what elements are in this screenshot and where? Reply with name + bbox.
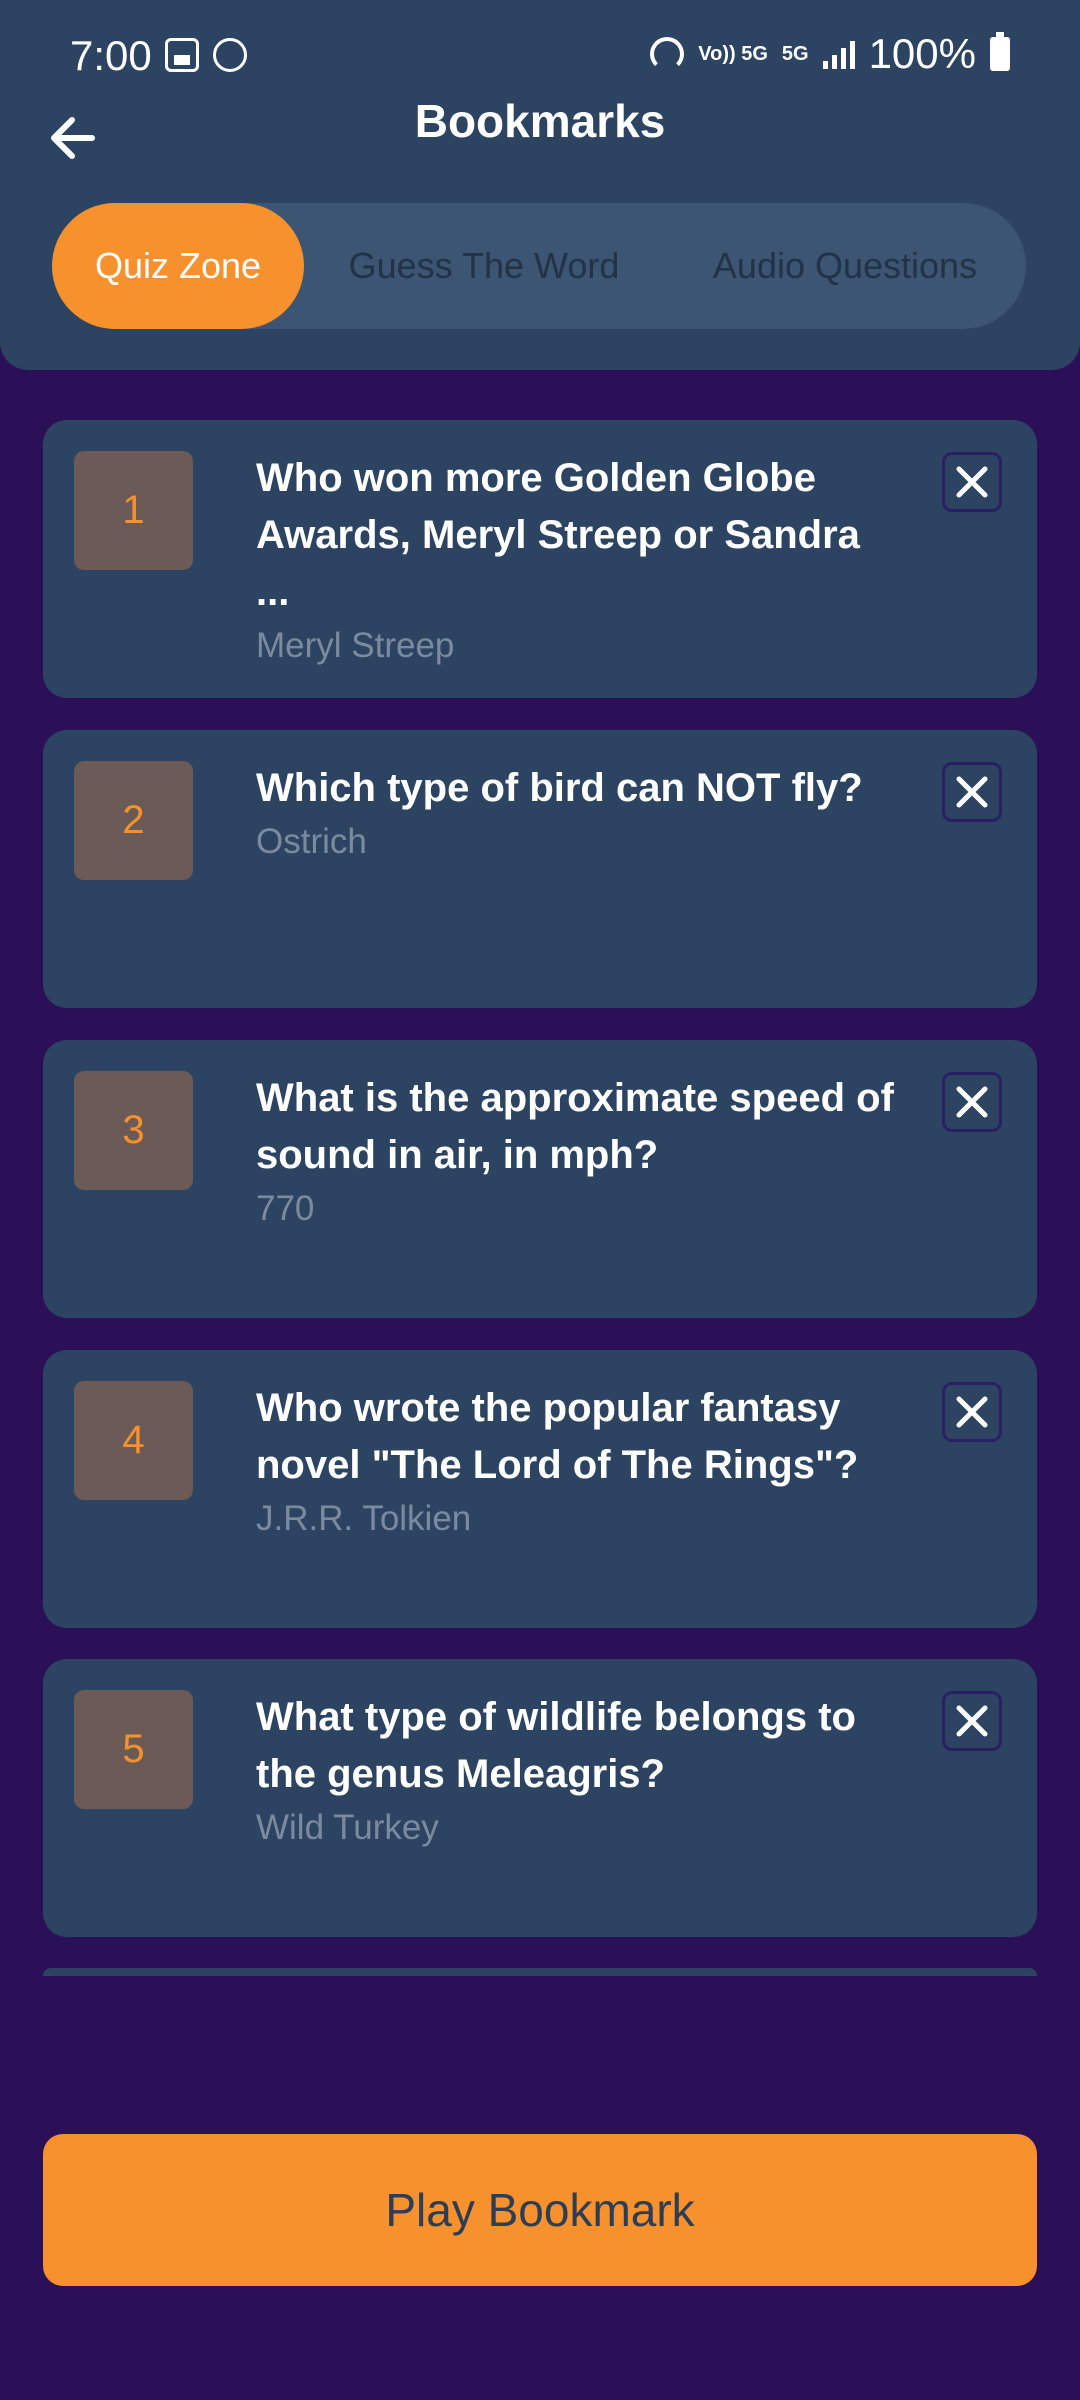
- system-icons: Vo)) 5G 5G 100%: [650, 30, 1010, 78]
- notification-icons: [165, 38, 247, 72]
- gallery-icon: [165, 38, 199, 72]
- play-bookmark-button[interactable]: Play Bookmark: [43, 2134, 1037, 2286]
- close-icon: [956, 466, 988, 498]
- remove-bookmark-button[interactable]: [942, 762, 1002, 822]
- question-label: Who wrote the popular fantasy novel "The…: [256, 1386, 859, 1487]
- question-number: 1: [74, 451, 193, 570]
- remove-bookmark-button[interactable]: [942, 1072, 1002, 1132]
- answer-label: Ostrich: [256, 822, 367, 861]
- close-icon: [956, 1396, 988, 1428]
- question-text: What type of wildlife belongs to the gen…: [256, 1689, 896, 1853]
- answer-label: Meryl Streep: [256, 626, 455, 665]
- header-panel: 7:00 Vo)) 5G 5G 100% Bookmarks Quiz Zone…: [0, 0, 1080, 370]
- remove-bookmark-button[interactable]: [942, 1382, 1002, 1442]
- question-label: What is the approximate speed of sound i…: [256, 1076, 894, 1177]
- bookmark-card[interactable]: 5 What type of wildlife belongs to the g…: [43, 1659, 1037, 1937]
- volte-icon: Vo)) 5G: [698, 43, 768, 65]
- question-number: 3: [74, 1071, 193, 1190]
- battery-percent: 100%: [868, 30, 976, 77]
- question-text: Who won more Golden Globe Awards, Meryl …: [256, 450, 896, 671]
- battery-icon: [990, 32, 1010, 71]
- question-label: What type of wildlife belongs to the gen…: [256, 1695, 856, 1796]
- close-icon: [956, 1705, 988, 1737]
- tab-quiz-zone[interactable]: Quiz Zone: [52, 203, 304, 329]
- bookmark-card[interactable]: 4 Who wrote the popular fantasy novel "T…: [43, 1350, 1037, 1628]
- status-time: 7:00: [70, 32, 152, 79]
- signal-icon: [822, 39, 855, 69]
- answer-label: Wild Turkey: [256, 1808, 439, 1847]
- network-type-icon: 5G: [781, 43, 809, 65]
- whatsapp-icon: [213, 38, 247, 72]
- hotspot-icon: [650, 37, 685, 71]
- close-icon: [956, 1086, 988, 1118]
- tab-bar: Quiz Zone Guess The Word Audio Questions: [52, 203, 1026, 329]
- question-number: 2: [74, 761, 193, 880]
- remove-bookmark-button[interactable]: [942, 1691, 1002, 1751]
- remove-bookmark-button[interactable]: [942, 452, 1002, 512]
- bookmark-card[interactable]: 1 Who won more Golden Globe Awards, Mery…: [43, 420, 1037, 698]
- tab-guess-the-word[interactable]: Guess The Word: [304, 203, 664, 329]
- question-number: 4: [74, 1381, 193, 1500]
- close-icon: [956, 776, 988, 808]
- page-title: Bookmarks: [414, 95, 666, 147]
- bookmark-card[interactable]: 2 Which type of bird can NOT fly? Ostric…: [43, 730, 1037, 1008]
- question-label: Which type of bird can NOT fly?: [256, 766, 863, 810]
- answer-label: 770: [256, 1189, 315, 1228]
- question-text: What is the approximate speed of sound i…: [256, 1070, 896, 1234]
- answer-label: J.R.R. Tolkien: [256, 1499, 472, 1538]
- question-text: Who wrote the popular fantasy novel "The…: [256, 1380, 896, 1544]
- question-text: Which type of bird can NOT fly? Ostrich: [256, 760, 896, 867]
- next-card-edge: [43, 1968, 1037, 1976]
- tab-audio-questions[interactable]: Audio Questions: [664, 203, 1026, 329]
- question-label: Who won more Golden Globe Awards, Meryl …: [256, 456, 860, 614]
- bookmark-card[interactable]: 3 What is the approximate speed of sound…: [43, 1040, 1037, 1318]
- question-number: 5: [74, 1690, 193, 1809]
